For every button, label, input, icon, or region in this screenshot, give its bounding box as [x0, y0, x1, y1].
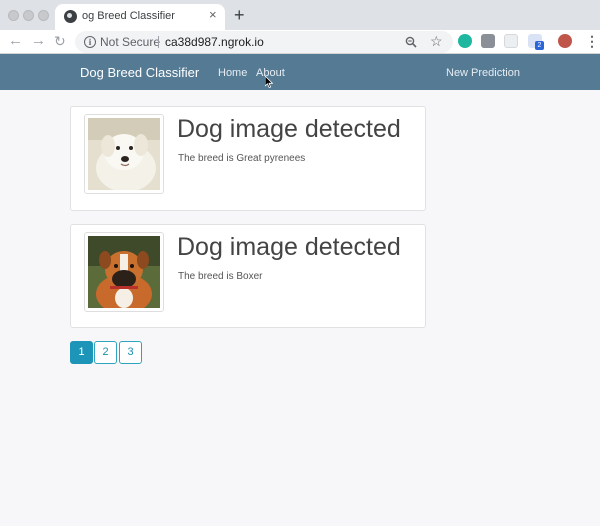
close-window-icon[interactable]: [8, 10, 19, 21]
bookmark-star-icon[interactable]: ☆: [430, 33, 443, 50]
result-title: Dog image detected: [177, 233, 401, 261]
page-3-button[interactable]: 3: [119, 341, 142, 364]
new-prediction-link[interactable]: New Prediction: [446, 67, 520, 79]
url-text[interactable]: ca38d987.ngrok.io: [165, 35, 264, 49]
boxer-dog-photo-icon: [88, 236, 160, 308]
browser-tab-strip: og Breed Classifier × +: [0, 0, 600, 30]
blank-extension-icon[interactable]: [504, 34, 518, 48]
s-extension-icon[interactable]: [481, 34, 495, 48]
back-arrow-icon[interactable]: ←: [8, 33, 23, 49]
zoom-icon[interactable]: [405, 36, 417, 48]
nav-home-link[interactable]: Home: [218, 67, 247, 79]
tab-close-icon[interactable]: ×: [209, 8, 217, 22]
result-card: Dog image detected The breed is Boxer: [70, 224, 426, 328]
result-breed-text: The breed is Boxer: [178, 271, 263, 282]
address-bar[interactable]: i Not Secure ca38d987.ngrok.io ☆: [75, 31, 453, 53]
calendar-extension-icon[interactable]: 2: [528, 34, 544, 50]
dog-thumbnail: [84, 232, 164, 312]
browser-tab[interactable]: og Breed Classifier ×: [55, 4, 225, 30]
result-breed-text: The breed is Great pyrenees: [178, 153, 306, 164]
dog-thumbnail: [84, 114, 164, 194]
result-title: Dog image detected: [177, 115, 401, 143]
page-2-button[interactable]: 2: [94, 341, 117, 364]
grammarly-extension-icon[interactable]: [458, 34, 472, 48]
profile-avatar[interactable]: [558, 34, 572, 48]
reload-icon[interactable]: ↻: [54, 33, 66, 49]
page-1-button[interactable]: 1: [70, 341, 93, 364]
minimize-window-icon[interactable]: [23, 10, 34, 21]
mouse-cursor-icon: [265, 76, 273, 88]
security-label: Not Secure: [100, 35, 161, 49]
extension-badge: 2: [535, 41, 544, 50]
new-tab-button[interactable]: +: [234, 5, 245, 25]
browser-toolbar: ← → ↻ i Not Secure ca38d987.ngrok.io ☆ 2…: [0, 30, 600, 54]
white-dog-photo-icon: [88, 118, 160, 190]
forward-arrow-icon[interactable]: →: [31, 33, 46, 49]
globe-icon: [64, 10, 77, 23]
maximize-window-icon[interactable]: [38, 10, 49, 21]
tab-title: og Breed Classifier: [82, 10, 175, 22]
app-navbar: Dog Breed Classifier Home About New Pred…: [0, 54, 600, 90]
brand-link[interactable]: Dog Breed Classifier: [80, 65, 199, 80]
info-icon[interactable]: i: [84, 36, 96, 48]
result-card: Dog image detected The breed is Great py…: [70, 106, 426, 211]
browser-menu-icon[interactable]: ⋮: [585, 32, 599, 50]
address-separator: [158, 36, 159, 48]
